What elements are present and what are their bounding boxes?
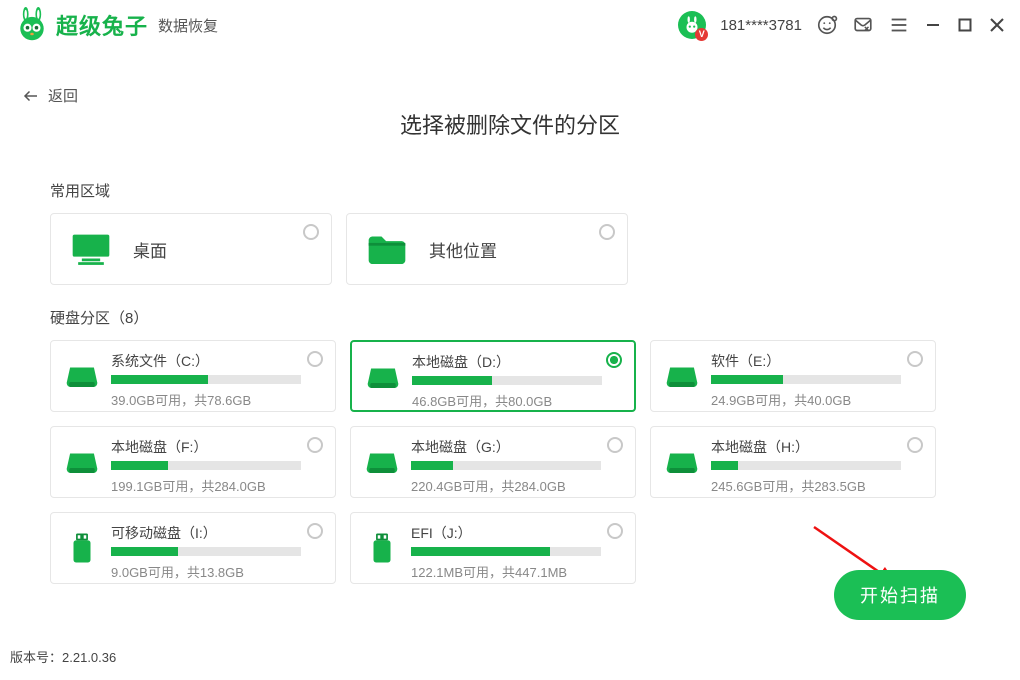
usage-bar [411, 461, 601, 470]
back-button[interactable]: 返回 [0, 50, 1020, 106]
partition-stat: 245.6GB可用，共283.5GB [711, 476, 917, 495]
radio-indicator [307, 437, 323, 453]
radio-indicator [307, 351, 323, 367]
partition-name: 系统文件（C:） [111, 351, 317, 371]
partition-stat: 220.4GB可用，共284.0GB [411, 476, 617, 495]
radio-indicator [607, 523, 623, 539]
partition-card[interactable]: 本地磁盘（H:） 245.6GB可用，共283.5GB [650, 426, 936, 498]
version-prefix: 版本号： [10, 650, 62, 665]
desktop-label: 桌面 [133, 237, 167, 262]
quick-section-label: 常用区域 [50, 180, 970, 201]
partition-card[interactable]: 本地磁盘（G:） 220.4GB可用，共284.0GB [350, 426, 636, 498]
maximize-button[interactable] [956, 16, 974, 34]
usb-drive-icon [365, 531, 399, 565]
partition-card[interactable]: 本地磁盘（F:） 199.1GB可用，共284.0GB [50, 426, 336, 498]
partition-stat: 122.1MB可用，共447.1MB [411, 562, 617, 581]
partition-name: EFI（J:） [411, 523, 617, 543]
usage-bar [411, 547, 601, 556]
partitions-grid: 系统文件（C:） 39.0GB可用，共78.6GB 本地磁盘（D:） 46.8G… [50, 340, 970, 584]
version-label: 版本号：2.21.0.36 [10, 647, 116, 666]
quick-card-other[interactable]: 其他位置 [346, 213, 628, 285]
folder-icon [365, 231, 409, 267]
partition-name: 可移动磁盘（I:） [111, 523, 317, 543]
brand: 超级兔子 数据恢复 [14, 7, 218, 43]
partition-name: 本地磁盘（H:） [711, 437, 917, 457]
partition-stat: 24.9GB可用，共40.0GB [711, 390, 917, 409]
partition-info: 本地磁盘（D:） 46.8GB可用，共80.0GB [412, 352, 616, 410]
feedback-icon[interactable] [852, 14, 874, 36]
radio-indicator [599, 224, 615, 240]
menu-icon[interactable] [888, 14, 910, 36]
radio-indicator [303, 224, 319, 240]
usage-bar [412, 376, 602, 385]
partition-card[interactable]: 软件（E:） 24.9GB可用，共40.0GB [650, 340, 936, 412]
hard-drive-icon [665, 445, 699, 479]
support-face-icon[interactable] [816, 14, 838, 36]
partitions-count: （8） [110, 310, 148, 327]
usage-bar [111, 461, 301, 470]
usage-bar [111, 375, 301, 384]
usb-drive-icon [65, 531, 99, 565]
partition-name: 本地磁盘（G:） [411, 437, 617, 457]
partition-name: 本地磁盘（F:） [111, 437, 317, 457]
desktop-icon [69, 231, 113, 267]
radio-indicator [307, 523, 323, 539]
bunny-logo-icon [14, 7, 50, 43]
radio-indicator [907, 351, 923, 367]
partition-info: 本地磁盘（G:） 220.4GB可用，共284.0GB [411, 437, 617, 495]
brand-subtitle: 数据恢复 [158, 15, 218, 36]
partition-card[interactable]: 本地磁盘（D:） 46.8GB可用，共80.0GB [350, 340, 636, 412]
minimize-button[interactable] [924, 16, 942, 34]
partition-info: 本地磁盘（H:） 245.6GB可用，共283.5GB [711, 437, 917, 495]
quick-card-desktop[interactable]: 桌面 [50, 213, 332, 285]
partition-stat: 199.1GB可用，共284.0GB [111, 476, 317, 495]
vip-badge-icon: V [695, 28, 708, 41]
hard-drive-icon [65, 359, 99, 393]
partitions-label-text: 硬盘分区 [50, 310, 110, 327]
partition-name: 软件（E:） [711, 351, 917, 371]
usage-bar [711, 375, 901, 384]
partition-stat: 9.0GB可用，共13.8GB [111, 562, 317, 581]
page-title: 选择被删除文件的分区 [0, 108, 1020, 140]
other-label: 其他位置 [429, 237, 497, 262]
partition-card[interactable]: EFI（J:） 122.1MB可用，共447.1MB [350, 512, 636, 584]
back-label: 返回 [48, 85, 78, 106]
partition-info: 可移动磁盘（I:） 9.0GB可用，共13.8GB [111, 523, 317, 581]
hard-drive-icon [366, 360, 400, 394]
usage-bar [111, 547, 301, 556]
close-button[interactable] [988, 16, 1006, 34]
brand-name: 超级兔子 [56, 9, 148, 41]
radio-indicator [907, 437, 923, 453]
partition-stat: 39.0GB可用，共78.6GB [111, 390, 317, 409]
app-header: 超级兔子 数据恢复 V 181****3781 [0, 0, 1020, 50]
partition-info: 系统文件（C:） 39.0GB可用，共78.6GB [111, 351, 317, 409]
partition-info: EFI（J:） 122.1MB可用，共447.1MB [411, 523, 617, 581]
partition-card[interactable]: 系统文件（C:） 39.0GB可用，共78.6GB [50, 340, 336, 412]
partitions-section-label: 硬盘分区（8） [50, 307, 970, 328]
user-phone: 181****3781 [720, 17, 802, 34]
user-avatar-icon[interactable]: V [678, 11, 706, 39]
partition-name: 本地磁盘（D:） [412, 352, 616, 372]
start-scan-button[interactable]: 开始扫描 [834, 570, 966, 620]
partition-info: 本地磁盘（F:） 199.1GB可用，共284.0GB [111, 437, 317, 495]
partition-info: 软件（E:） 24.9GB可用，共40.0GB [711, 351, 917, 409]
partition-stat: 46.8GB可用，共80.0GB [412, 391, 616, 410]
radio-indicator [607, 437, 623, 453]
hard-drive-icon [65, 445, 99, 479]
usage-bar [711, 461, 901, 470]
radio-indicator [606, 352, 622, 368]
version-number: 2.21.0.36 [62, 650, 116, 665]
partition-card[interactable]: 可移动磁盘（I:） 9.0GB可用，共13.8GB [50, 512, 336, 584]
hard-drive-icon [665, 359, 699, 393]
hard-drive-icon [365, 445, 399, 479]
header-tools: V 181****3781 [678, 11, 1006, 39]
